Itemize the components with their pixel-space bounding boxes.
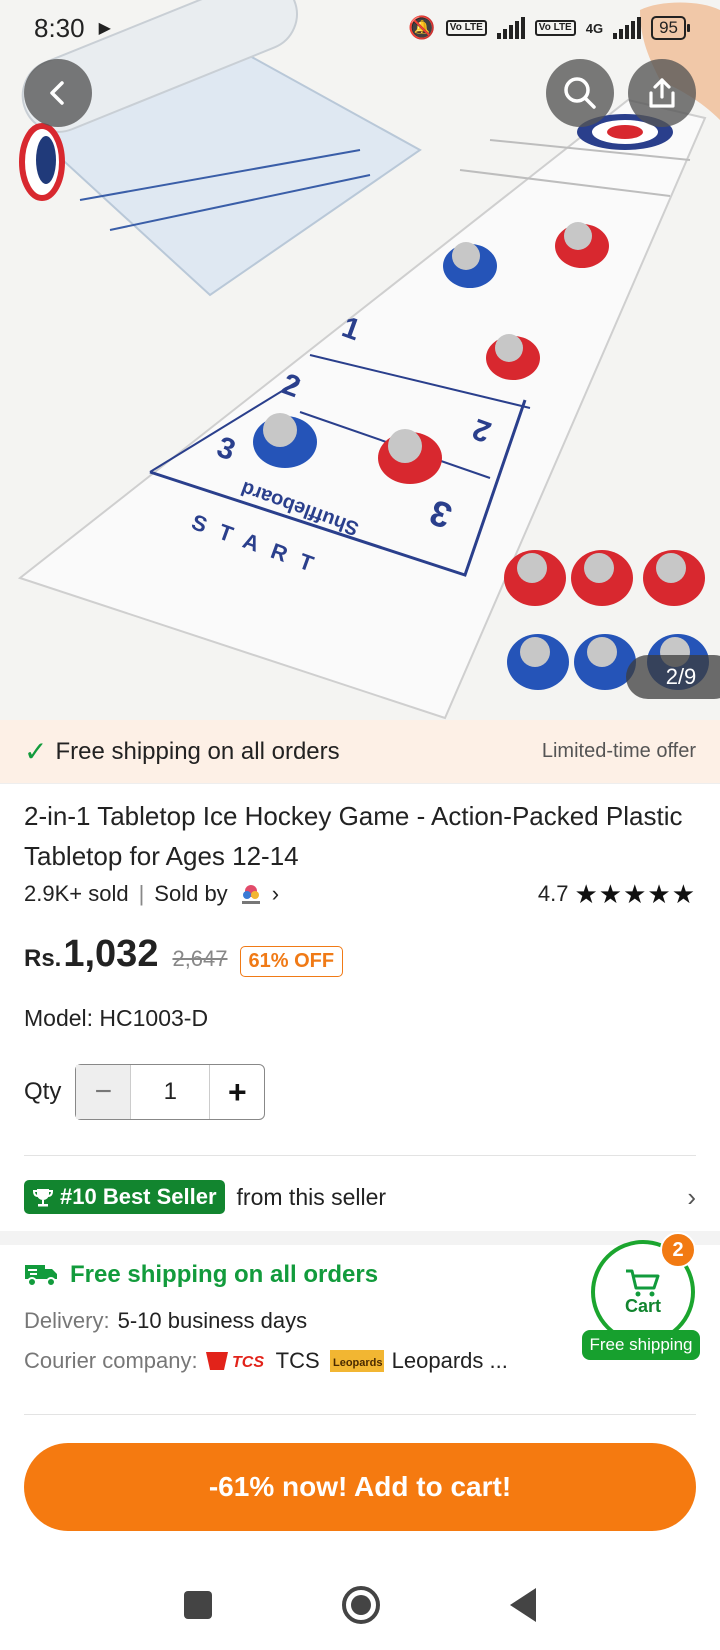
sold-by-link[interactable]: Sold by › (154, 881, 279, 907)
seller-logo-icon (241, 885, 260, 904)
back-button[interactable] (24, 59, 92, 127)
bestseller-row[interactable]: #10 Best Seller from this seller › (24, 1177, 696, 1217)
mute-bell-icon: 🔕 (408, 15, 436, 40)
price-row: Rs. 1,032 2,647 61% OFF (24, 933, 344, 989)
product-title: 2-in-1 Tabletop Ice Hockey Game - Action… (24, 801, 683, 871)
image-counter: 2/9 (626, 655, 720, 699)
status-bar: 8:30 ▶ 🔕 Vo LTE Vo LTE 4G 95 (0, 0, 720, 56)
leopards-logo-icon: Leopards (329, 1350, 384, 1372)
signal-icon-2 (613, 17, 642, 39)
qty-value[interactable]: 1 (130, 1065, 211, 1119)
volte-icon-2: Vo LTE (534, 20, 576, 36)
qty-label: Qty (24, 1078, 62, 1105)
cart-icon (626, 1269, 660, 1296)
star-rating-icon: ★★★★★ (574, 878, 696, 909)
volte-icon: Vo LTE (445, 20, 487, 36)
cart-label: Cart (624, 1295, 661, 1316)
rating-value: 4.7 (537, 881, 569, 906)
product-meta-row: 2.9K+ sold | Sold by › 4.7 ★★★★★ (24, 877, 696, 911)
chevron-right-icon: › (271, 881, 280, 906)
shipping-promo-strip[interactable]: ✓ Free shipping on all orders Limited-ti… (0, 720, 720, 784)
divider (24, 1414, 696, 1415)
qty-decrease-button[interactable]: − (76, 1065, 131, 1119)
price-currency: Rs. (24, 945, 62, 972)
promo-offer: Limited-time offer (541, 740, 696, 762)
cart-count-badge: 2 (660, 1232, 696, 1268)
delivery-truck-icon (25, 1265, 57, 1287)
quantity-stepper: − 1 + (75, 1064, 266, 1120)
product-image-gallery[interactable]: 1 2 3 3 2 Shuffleboard START 8:30 ▶ 🔕 Vo… (0, 0, 720, 720)
courier-leopards: Leopards ... (391, 1348, 508, 1373)
svg-text:TCS: TCS (232, 1354, 264, 1371)
shipping-title: Free shipping on all orders (70, 1261, 379, 1288)
product-rating[interactable]: 4.7 ★★★★★ (538, 879, 696, 910)
home-icon (351, 1595, 371, 1615)
search-button[interactable] (546, 59, 614, 127)
battery-icon: 95 (651, 16, 690, 40)
search-icon (564, 77, 596, 109)
system-navigation-bar (0, 1560, 720, 1650)
red-puck (504, 550, 566, 606)
sold-by-label: Sold by (154, 881, 228, 906)
model-label[interactable]: Model: HC1003-D (24, 1005, 208, 1032)
original-price: 2,647 (172, 946, 228, 971)
play-icon: ▶ (98, 20, 111, 37)
tcs-logo-icon: TCS (205, 1352, 264, 1371)
home-button[interactable] (342, 1586, 380, 1624)
check-icon: ✓ (24, 736, 48, 767)
trophy-icon (32, 1189, 54, 1207)
bestseller-text: from this seller (236, 1183, 387, 1210)
share-icon (649, 78, 675, 108)
courier-label: Courier company: (24, 1348, 198, 1373)
floating-cart-button[interactable]: Cart 2 Free shipping (582, 1232, 700, 1360)
recent-apps-button[interactable] (184, 1591, 212, 1619)
status-time: 8:30 (34, 12, 85, 43)
chevron-right-icon: › (687, 1181, 696, 1212)
discount-badge: 61% OFF (239, 945, 344, 977)
chevron-left-icon (50, 81, 64, 105)
sold-count: 2.9K+ sold (24, 881, 129, 906)
delivery-label: Delivery: (24, 1308, 110, 1333)
bestseller-badge-label: #10 Best Seller (60, 1184, 217, 1209)
courier-tcs: TCS (275, 1348, 320, 1373)
qty-increase-button[interactable]: + (210, 1065, 264, 1119)
shuffleboard-product-image: 1 2 3 3 2 Shuffleboard START (17, 0, 720, 720)
red-puck (571, 550, 633, 606)
bestseller-badge: #10 Best Seller (24, 1180, 225, 1214)
divider (24, 1155, 696, 1156)
network-label: 4G (585, 20, 604, 36)
share-button[interactable] (628, 59, 696, 127)
red-puck (643, 550, 705, 606)
cart-free-shipping-label: Free shipping (582, 1330, 700, 1360)
promo-text: Free shipping on all orders (55, 737, 340, 765)
system-back-button[interactable] (510, 1588, 536, 1622)
add-to-cart-button[interactable]: -61% now! Add to cart! (24, 1443, 696, 1531)
svg-text:Leopards: Leopards (333, 1357, 383, 1369)
signal-icon (496, 17, 525, 39)
delivery-value: 5-10 business days (117, 1308, 308, 1333)
meta-separator: | (138, 881, 145, 906)
blue-puck (507, 634, 569, 690)
price-amount: 1,032 (63, 933, 159, 975)
quantity-row: Qty − 1 + (24, 1064, 266, 1120)
